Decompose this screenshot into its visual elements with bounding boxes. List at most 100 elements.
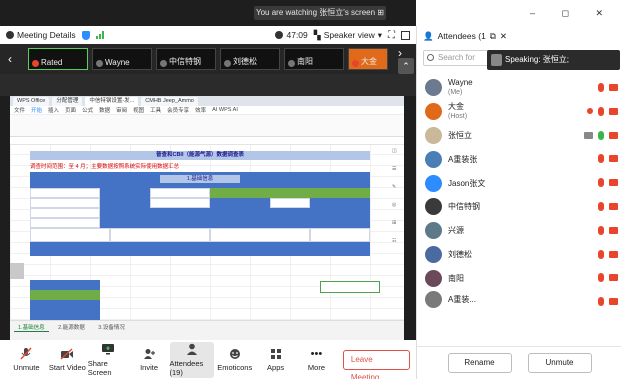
attendees-icon	[185, 343, 199, 356]
collapse-handle[interactable]	[10, 263, 24, 279]
menu-item: 会员专享	[167, 108, 190, 114]
video-off-icon[interactable]	[609, 250, 618, 258]
video-thumbnail[interactable]: 南阳	[284, 48, 344, 70]
popout-icon[interactable]: ⧉	[490, 31, 496, 42]
attendee-name: 刘德松	[448, 249, 472, 259]
video-thumbnail[interactable]: 大金	[348, 48, 388, 70]
window-mode-icon[interactable]	[401, 30, 410, 40]
video-off-icon	[60, 347, 74, 360]
menu-item: 工具	[150, 108, 162, 114]
sheet-tab: 2.能源数据	[58, 325, 85, 331]
menu-item: 视图	[133, 108, 145, 114]
attendee-row[interactable]: Wayne (Me)	[417, 76, 621, 100]
collapse-strip-button[interactable]: ⌃	[398, 58, 414, 74]
meeting-details-button[interactable]: Meeting Details	[6, 30, 76, 40]
thumbnail-name: 南阳	[297, 57, 313, 66]
mic-muted-icon[interactable]	[598, 201, 604, 211]
attendee-row[interactable]: A重装...	[417, 290, 621, 308]
leave-meeting-button[interactable]: Leave Meeting	[342, 349, 410, 379]
menu-item: AI WPS AI	[212, 107, 238, 113]
avatar	[425, 222, 442, 240]
attendee-name: 大金	[448, 102, 464, 112]
close-icon[interactable]: ✕	[500, 31, 507, 42]
clock-icon	[275, 31, 284, 39]
menu-item: 数据	[99, 108, 111, 114]
attendee-row[interactable]: 张恒立	[417, 124, 621, 148]
attendees-panel: 👤 Attendees (1 ⧉ ✕ Search for Speaking: …	[416, 26, 621, 379]
share-screen-icon	[101, 343, 115, 356]
video-off-icon[interactable]	[609, 131, 618, 139]
attendees-label: Attendees (19)	[169, 358, 204, 377]
fullscreen-icon[interactable]: ⛶	[388, 30, 395, 41]
rename-button[interactable]: Rename	[447, 353, 512, 373]
attendees-panel-footer: Rename Unmute	[417, 346, 621, 379]
video-thumbnail[interactable]: 中信特钢	[156, 48, 216, 70]
attendee-row[interactable]: 刘德松	[417, 243, 621, 267]
unmute-attendee-button[interactable]: Unmute	[527, 353, 592, 373]
avatar	[425, 174, 442, 192]
attendees-button[interactable]: Attendees (19)	[169, 341, 215, 378]
avatar	[425, 79, 442, 97]
mic-muted-icon[interactable]	[598, 225, 604, 235]
chevron-down-icon: ▾	[377, 29, 382, 40]
more-dots-icon: •••	[310, 347, 323, 360]
attendee-row[interactable]: 兴源	[417, 219, 621, 243]
app-tab: 分配管理	[52, 96, 83, 106]
mic-muted-icon[interactable]	[598, 106, 604, 116]
mic-muted-icon	[352, 60, 359, 67]
start-video-button[interactable]: Start Video	[47, 342, 88, 378]
apps-grid-icon	[269, 347, 283, 360]
speaker-view-dropdown[interactable]: ▚ Speaker view ▾	[314, 30, 382, 41]
attendee-list: Wayne (Me) 大金 (Host) 张恒立 A重装张 Jason张文 中信…	[417, 76, 621, 308]
video-off-icon[interactable]	[609, 298, 618, 306]
video-off-icon[interactable]	[609, 202, 618, 210]
attendee-row[interactable]: A重装张	[417, 147, 621, 171]
video-off-icon[interactable]	[609, 274, 618, 282]
video-thumbnail[interactable]: Rated	[28, 48, 88, 70]
invite-button[interactable]: Invite	[129, 342, 170, 378]
attendees-panel-title: Attendees (1	[437, 31, 486, 41]
attendee-row[interactable]: 大金 (Host)	[417, 100, 621, 124]
more-button[interactable]: ••• More	[296, 342, 337, 378]
speaking-indicator: Speaking: 张恒立;	[487, 50, 620, 70]
speaker-avatar	[491, 54, 502, 66]
thumbnail-name: 中信特钢	[169, 57, 201, 66]
info-icon	[6, 31, 14, 39]
mic-muted-icon[interactable]	[598, 273, 604, 283]
video-off-icon[interactable]	[609, 179, 618, 187]
mic-muted-icon[interactable]	[598, 83, 604, 92]
spreadsheet-menu: 文件 开始 插入 页面 公式 数据 审阅 视图 工具 会员专享 效率 AI WP…	[10, 106, 404, 115]
attendee-row[interactable]: Jason张文	[417, 171, 621, 195]
apps-button[interactable]: Apps	[255, 342, 296, 378]
menu-item: 开始	[31, 108, 43, 114]
chevron-left-icon[interactable]: ‹	[8, 52, 12, 66]
meeting-area: Meeting Details 47:09 ▚ Speaker view ▾ ⛶…	[0, 0, 416, 379]
mic-muted-icon[interactable]	[598, 178, 604, 188]
timer-label: 47:09	[286, 30, 308, 40]
mic-muted-icon[interactable]	[598, 297, 604, 307]
video-thumbnail[interactable]: 刘德松	[220, 48, 280, 70]
app-window: – ◻ ✕ Meeting Details 47:09 ▚ Speaker vi…	[0, 0, 621, 379]
attendee-row[interactable]: 中信特钢	[417, 195, 621, 219]
share-screen-button[interactable]: Share Screen	[88, 342, 129, 378]
mic-muted-icon[interactable]	[598, 154, 604, 164]
video-off-icon[interactable]	[609, 226, 618, 234]
unmute-label: Unmute	[13, 363, 40, 372]
window-controls[interactable]: – ◻ ✕	[530, 8, 615, 19]
attendee-name: A重装张	[448, 154, 478, 164]
shared-screen: WPS Office 分配管理 中信特钢设置-发... CMHB Jeep_Am…	[10, 96, 404, 340]
signal-icon[interactable]	[95, 31, 104, 39]
unmute-button[interactable]: Unmute	[6, 342, 47, 378]
emoticons-button[interactable]: Emoticons	[214, 342, 255, 378]
mic-muted-icon[interactable]	[598, 249, 604, 259]
video-off-icon[interactable]	[609, 84, 618, 91]
attendee-row[interactable]: 南阳	[417, 266, 621, 290]
security-shield-icon[interactable]	[81, 30, 90, 40]
share-screen-label: Share Screen	[87, 358, 112, 377]
video-off-icon[interactable]	[609, 155, 618, 163]
sheet-title: 普查和CBII（能源气源）数据调查表	[30, 151, 370, 160]
attendees-panel-header: 👤 Attendees (1 ⧉ ✕	[417, 26, 621, 46]
mic-active-icon[interactable]	[598, 130, 604, 140]
video-thumbnail[interactable]: Wayne	[92, 48, 152, 70]
video-off-icon[interactable]	[609, 107, 618, 115]
